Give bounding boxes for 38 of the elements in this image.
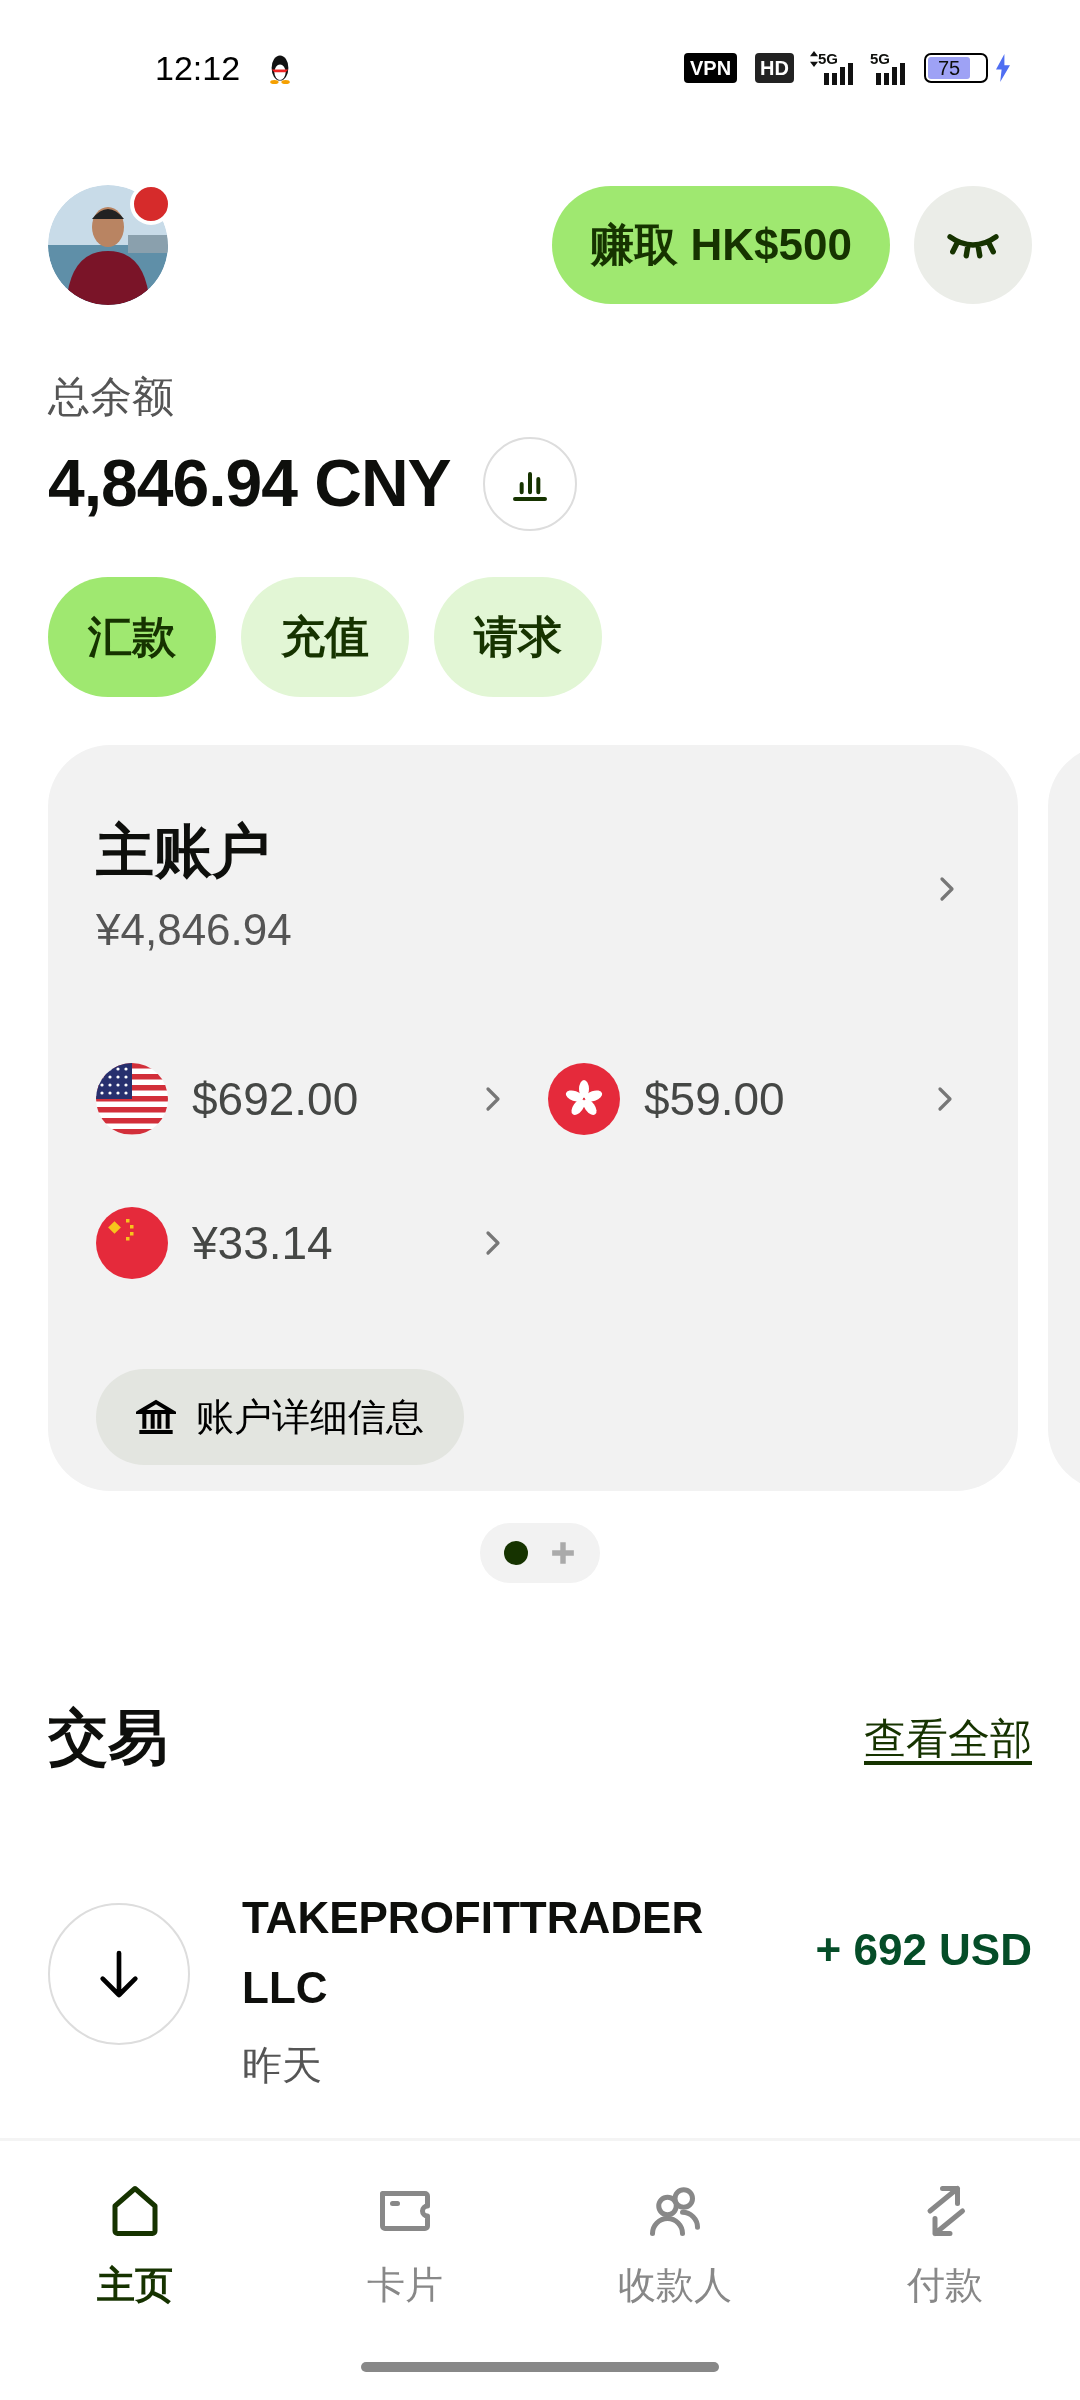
flag-icon	[548, 1063, 620, 1135]
nav-tab[interactable]: 卡片	[270, 2181, 540, 2314]
currency-balance[interactable]: $59.00	[548, 1063, 960, 1135]
account-card[interactable]: 主账户 ¥4,846.94 $692.00 $59.00 ¥33.14 账户详细信息	[48, 745, 1018, 1491]
closed-eye-icon	[946, 231, 1000, 259]
currency-balance[interactable]: ¥33.14	[96, 1207, 508, 1279]
currency-amount: ¥33.14	[192, 1215, 334, 1271]
section-title: 交易	[48, 1703, 168, 1773]
see-all-link[interactable]: 查看全部	[864, 1706, 1032, 1770]
hd-badge: HD	[755, 53, 794, 83]
currency-balance[interactable]: $692.00	[96, 1063, 508, 1135]
balance-amount: 4,846.94 CNY	[48, 445, 451, 522]
network-label: 5G	[870, 51, 890, 67]
account-title: 主账户	[96, 817, 271, 885]
currency-amount: $692.00	[192, 1071, 360, 1127]
currency-amount: $59.00	[644, 1071, 786, 1127]
transaction-amount: + 692 USD	[815, 1924, 1032, 1976]
action-button[interactable]: 请求	[434, 577, 602, 697]
nav-tab[interactable]: 收款人	[540, 2181, 810, 2314]
account-amount: ¥4,846.94	[96, 904, 293, 956]
promo-button[interactable]: 赚取 HK$500	[552, 186, 890, 304]
account-details-button[interactable]: 账户详细信息	[96, 1369, 464, 1465]
transaction-date: 昨天	[242, 2042, 323, 2089]
vpn-badge: VPN	[683, 53, 738, 83]
bank-icon	[136, 1397, 176, 1437]
nav-tab[interactable]: 主页	[0, 2181, 270, 2314]
chart-button[interactable]	[482, 436, 577, 531]
action-button[interactable]: 汇款	[48, 577, 216, 697]
status-time: 12:12	[155, 47, 241, 89]
data-arrows-icon	[809, 51, 818, 67]
nav-tab[interactable]: 付款	[810, 2181, 1080, 2314]
battery-level: 75	[928, 57, 970, 79]
network-label: 5G	[817, 51, 838, 67]
balance-label: 总余额	[48, 372, 175, 422]
action-button[interactable]: 充值	[241, 577, 409, 697]
transaction-name: TAKEPROFITTRADER LLC	[242, 1892, 705, 2014]
transaction-row[interactable]: TAKEPROFITTRADER LLC 昨天 + 692 USD	[0, 1883, 1080, 2095]
flag-icon	[96, 1207, 168, 1279]
